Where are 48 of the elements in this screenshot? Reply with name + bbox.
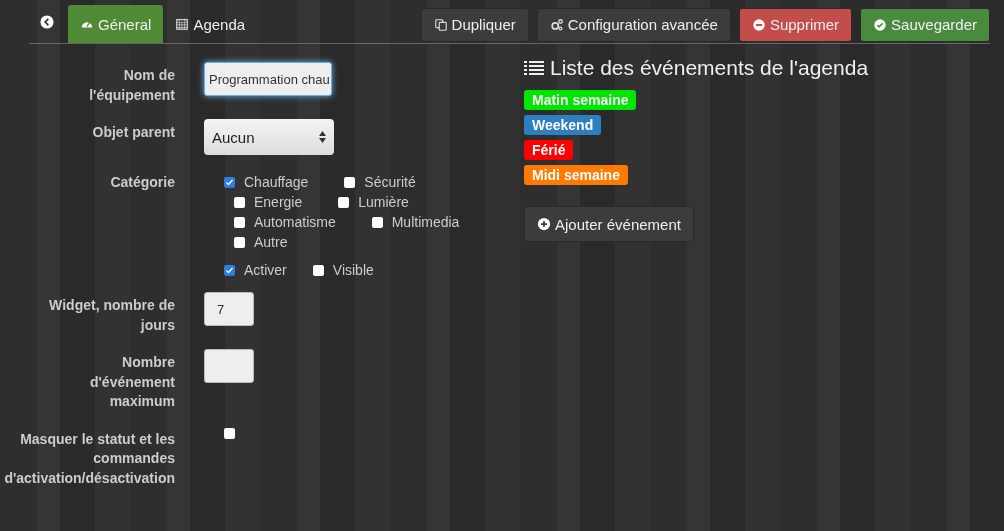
checkbox-label: Sécurité: [364, 174, 416, 190]
calendar-icon: [175, 17, 190, 31]
checkbox[interactable]: [312, 264, 324, 276]
checkbox-label: Lumière: [358, 194, 409, 210]
plus-circle-icon: [537, 217, 551, 231]
list-icon: [524, 60, 544, 76]
copy-icon: [433, 17, 448, 32]
sort-arrows-icon: [319, 131, 326, 143]
checkbox[interactable]: [234, 236, 245, 248]
field-label: Catégorie: [109, 173, 175, 192]
checkbox-label: Multimedia: [391, 214, 460, 230]
action-button[interactable]: Dupliquer: [420, 7, 529, 42]
field-label: Objet parent: [91, 123, 175, 142]
tab[interactable]: Agenda: [163, 5, 258, 43]
name-field[interactable]: Programmation chau: [204, 62, 332, 96]
field-label: Widget, nombre de jours: [48, 296, 175, 335]
check-circle-icon: [873, 17, 888, 32]
field-label: Nombre d'événement maximum: [88, 353, 175, 411]
event-tag[interactable]: Weekend: [524, 115, 602, 135]
checkbox[interactable]: [224, 264, 235, 276]
event-tag[interactable]: Férié: [524, 140, 574, 160]
checkbox-label: Energie: [254, 194, 303, 210]
tab[interactable]: Géneral: [68, 5, 164, 43]
max-events-field[interactable]: [204, 349, 254, 383]
back-icon[interactable]: [40, 15, 54, 29]
field-label: Masquer le statut et les commandes d'activation/désactivation: [3, 429, 175, 488]
section-title: Liste des événements de l'agenda: [550, 56, 869, 80]
field-label: Nom de l'équipement: [88, 66, 175, 105]
checkbox[interactable]: [338, 196, 350, 208]
checkbox-label: Activer: [244, 262, 287, 278]
delete-button[interactable]: Supprimer: [738, 7, 853, 42]
gears-icon: [549, 17, 564, 32]
checkbox[interactable]: [371, 216, 383, 228]
checkbox-label: Automatisme: [254, 214, 336, 230]
add-event-button[interactable]: Ajouter événement: [524, 206, 694, 242]
checkbox[interactable]: [234, 196, 245, 208]
save-button[interactable]: Sauvegarder: [860, 7, 990, 42]
minus-circle-icon: [751, 17, 766, 32]
checkbox[interactable]: [224, 176, 235, 188]
action-button[interactable]: Configuration avancée: [536, 7, 731, 42]
checkbox[interactable]: [344, 176, 356, 188]
checkbox-label: Chauffage: [244, 174, 309, 190]
checkbox-label: Visible: [332, 262, 374, 278]
checkbox[interactable]: [224, 427, 235, 439]
checkbox-label: Autre: [254, 234, 288, 250]
checkbox[interactable]: [234, 216, 245, 228]
parent-select[interactable]: Aucun: [204, 119, 334, 155]
days-field[interactable]: 7: [204, 292, 254, 326]
